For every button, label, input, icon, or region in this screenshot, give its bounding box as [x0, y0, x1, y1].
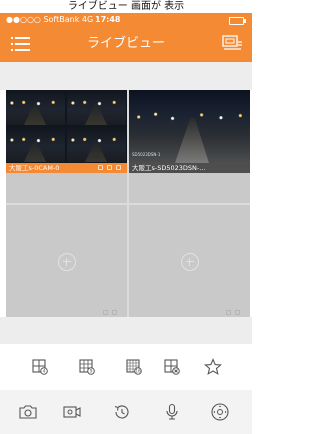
clock-text: 17:48 [95, 15, 121, 24]
camera-2-name: 大阪工s-SD5023DSN-... [132, 164, 206, 172]
snapshot-icon[interactable] [18, 402, 38, 422]
camera-cell-3[interactable] [6, 205, 127, 318]
playback-icon[interactable] [112, 402, 132, 422]
grid-close-icon[interactable] [162, 357, 182, 377]
camera-1-video[interactable] [6, 90, 127, 163]
camera-list-icon[interactable] [222, 34, 243, 52]
record-icon[interactable] [62, 402, 82, 422]
camera-cell-4[interactable] [129, 205, 250, 318]
camera-cell-1[interactable]: 大阪工s-0CAM-0 [6, 90, 127, 203]
star-icon[interactable] [203, 357, 223, 377]
status-bar: ●●○○○ SoftBank 4G 17:48 [0, 13, 252, 27]
camera-1-name: 大阪工s-0CAM-0 [9, 164, 60, 172]
add-camera-icon[interactable] [57, 252, 76, 271]
page-title: ライブビュー [86, 36, 165, 51]
camera-2-osd: SD5023DSN-1 [132, 152, 161, 157]
ptz-icon[interactable] [210, 402, 230, 422]
grid-4-icon[interactable]: 4 [30, 357, 50, 377]
microphone-icon[interactable] [162, 402, 182, 422]
camera-2-video[interactable]: SD5023DSN-1 [129, 90, 250, 163]
live-view-grid: 大阪工s-0CAM-0 SD5023DSN-1 大阪工s-SD5023DSN-.… [6, 90, 250, 318]
carrier-text: ●●○○○ SoftBank 4G [6, 15, 94, 24]
camera-2-label: 大阪工s-SD5023DSN-... [129, 163, 250, 173]
svg-text:4: 4 [43, 369, 46, 375]
svg-text:16: 16 [135, 369, 141, 374]
add-camera-icon[interactable] [180, 252, 199, 271]
top-gray-band [0, 62, 252, 90]
layout-toolbar: 4 9 16 [0, 344, 252, 390]
control-toolbar [0, 390, 252, 434]
battery-icon [229, 17, 246, 25]
app-header: ●●○○○ SoftBank 4G 17:48 ライブビュー [0, 13, 252, 62]
cell-4-indicator-icon [226, 310, 231, 315]
record-indicator-icon [98, 165, 103, 170]
grid-16-icon[interactable]: 16 [124, 357, 144, 377]
cell-4-indicator-icon [235, 310, 240, 315]
cell-3-indicator-icon [103, 310, 108, 315]
bottom-gray-band [0, 317, 252, 344]
top-caption: ライブビュー 画面が 表示 [0, 0, 252, 13]
grid-9-icon[interactable]: 9 [77, 357, 97, 377]
cell-3-indicator-icon [112, 310, 117, 315]
svg-text:9: 9 [90, 369, 93, 375]
audio-indicator-icon [107, 165, 112, 170]
camera-1-label: 大阪工s-0CAM-0 [6, 163, 127, 173]
camera-cell-2[interactable]: SD5023DSN-1 大阪工s-SD5023DSN-... [129, 90, 250, 203]
close-indicator-icon [116, 165, 121, 170]
